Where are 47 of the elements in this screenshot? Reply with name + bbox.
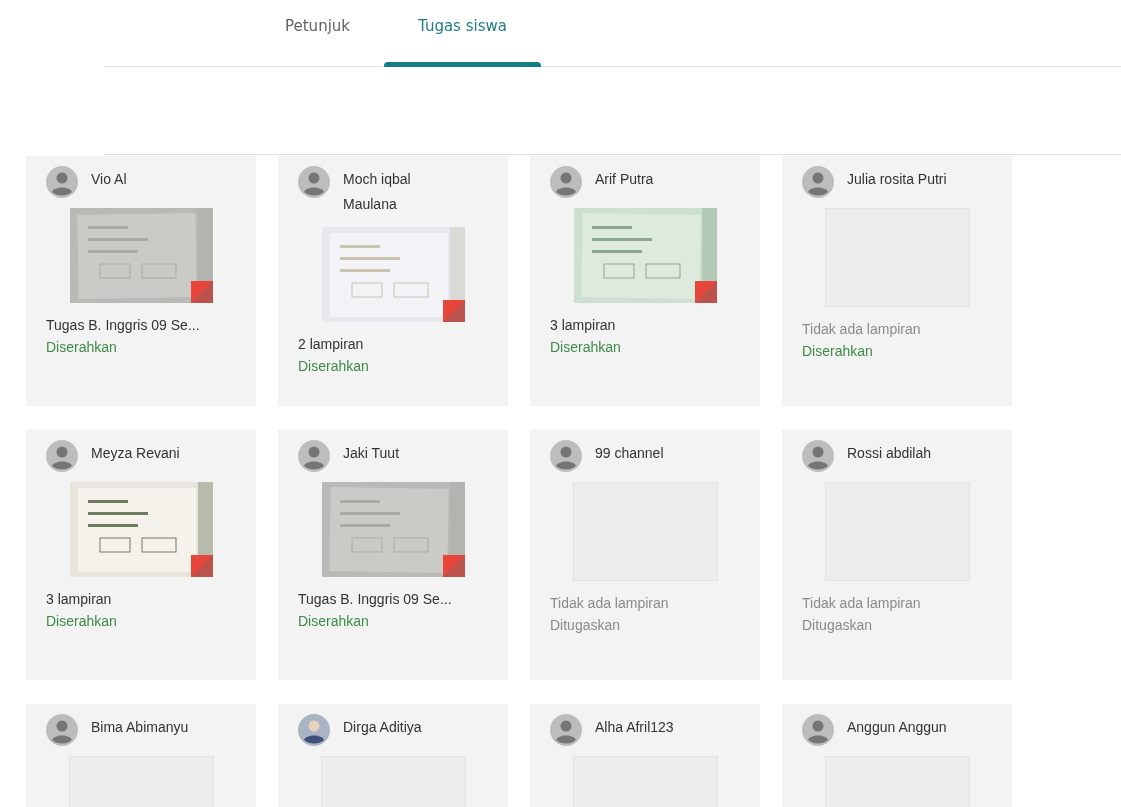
submission-card[interactable]: Alha Afril123 — [530, 704, 760, 807]
status-label: Diserahkan — [298, 613, 370, 629]
attachment-label: Tugas B. Inggris 09 Se... — [46, 317, 201, 333]
file-type-icon — [190, 281, 213, 303]
student-name: Moch iqbal Maulana — [343, 170, 412, 214]
submission-card[interactable]: Anggun Anggun — [782, 704, 1012, 807]
attachment-label: Tidak ada lampiran — [550, 595, 670, 611]
tab[interactable]: Tugas siswa — [384, 0, 541, 66]
submission-card[interactable]: 99 channel Tidak ada lampiran Ditugaskan — [530, 430, 760, 680]
attachment-label: Tugas B. Inggris 09 Se... — [298, 591, 453, 607]
submission-card[interactable]: Rossi abdilah Tidak ada lampiran Ditugaskan — [782, 430, 1012, 680]
student-name: Bima Abimanyu — [91, 718, 189, 737]
submission-card[interactable]: Julia rosita Putri Tidak ada lampiran Diserahkan — [782, 156, 1012, 406]
student-name: 99 channel — [595, 444, 664, 463]
student-name: Alha Afril123 — [595, 718, 674, 737]
submission-card[interactable]: Vio Al Tugas B. Inggris 09 Se... Diserahkan — [26, 156, 256, 406]
submission-card[interactable]: Meyza Revani 3 lampiran Diserahkan — [26, 430, 256, 680]
file-type-icon — [442, 555, 465, 577]
attachment-label: 3 lampiran — [46, 591, 113, 607]
student-name: Dirga Aditiya — [343, 718, 422, 737]
submission-card[interactable]: Bima Abimanyu — [26, 704, 256, 807]
file-type-icon — [190, 555, 213, 577]
submission-card[interactable]: Dirga Aditiya — [278, 704, 508, 807]
attachment-label: 2 lampiran — [298, 336, 365, 352]
status-label: Diserahkan — [802, 343, 874, 359]
file-type-icon — [442, 300, 465, 322]
attachment-label: 3 lampiran — [550, 317, 617, 333]
student-name: Anggun Anggun — [847, 718, 947, 737]
status-label: Diserahkan — [550, 339, 622, 355]
student-name: Vio Al — [91, 170, 127, 189]
status-label: Diserahkan — [46, 339, 118, 355]
status-label: Ditugaskan — [550, 617, 622, 633]
attachment-label: Tidak ada lampiran — [802, 595, 922, 611]
status-label: Diserahkan — [46, 613, 118, 629]
file-type-icon — [694, 281, 717, 303]
attachment-label: Tidak ada lampiran — [802, 321, 922, 337]
student-name: Rossi abdilah — [847, 444, 932, 463]
student-name: Jaki Tuut — [343, 444, 400, 463]
tab[interactable]: Petunjuk — [251, 0, 384, 66]
student-name: Meyza Revani — [91, 444, 180, 463]
status-label: Diserahkan — [298, 358, 370, 374]
student-name: Arif Putra — [595, 170, 654, 189]
submission-card[interactable]: Arif Putra 3 lampiran Diserahkan — [530, 156, 760, 406]
status-label: Ditugaskan — [802, 617, 874, 633]
submission-card[interactable]: Jaki Tuut Tugas B. Inggris 09 Se... Diserahkan — [278, 430, 508, 680]
submission-card[interactable]: Moch iqbal Maulana 2 lampiran Diserahkan — [278, 156, 508, 406]
student-name: Julia rosita Putri — [847, 170, 947, 189]
